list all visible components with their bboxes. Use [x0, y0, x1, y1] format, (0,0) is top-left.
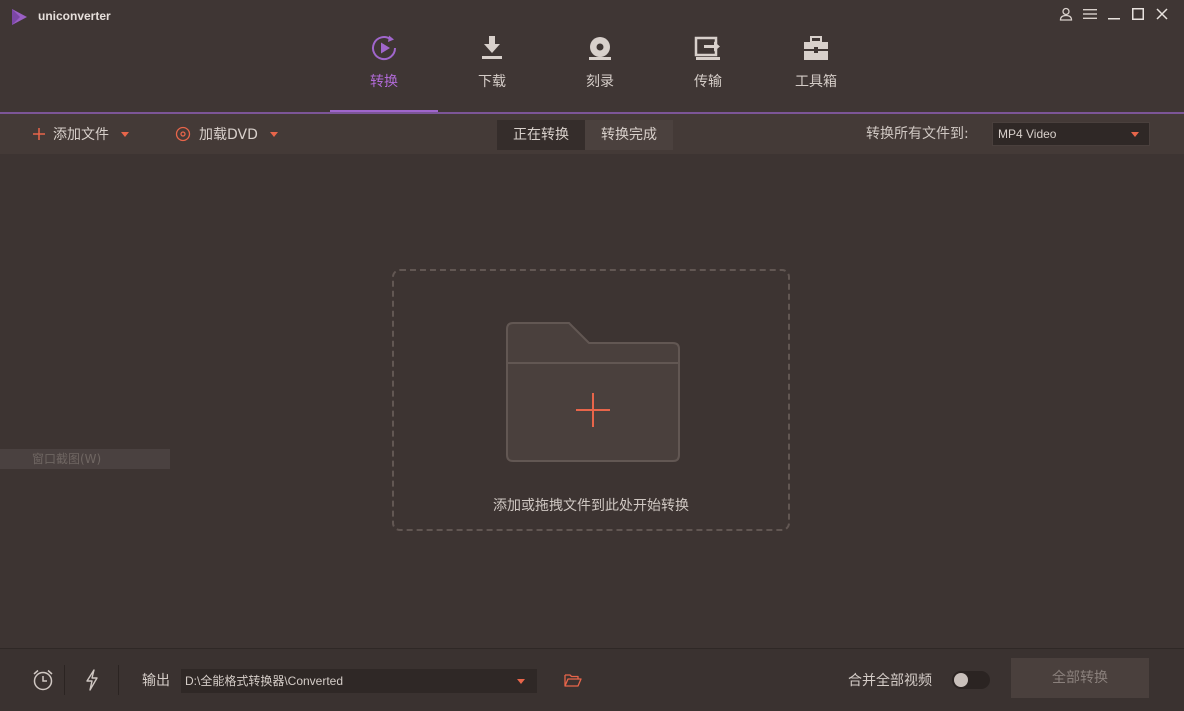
toolbar: 添加文件 加载DVD 正在转换 转换完成 转换所有文件到: MP4 Video: [0, 114, 1184, 154]
close-icon: [1156, 8, 1168, 20]
chevron-down-icon: [1131, 132, 1139, 137]
folder-open-icon: [564, 674, 582, 687]
merge-all-label: 合并全部视频: [848, 673, 932, 689]
add-files-button[interactable]: 添加文件: [32, 114, 129, 154]
nav-tab-burn[interactable]: 刻录: [546, 30, 654, 112]
add-files-dropdown-caret[interactable]: [121, 131, 129, 137]
drop-zone[interactable]: 添加或拖拽文件到此处开始转换: [392, 269, 790, 531]
load-dvd-dropdown-caret[interactable]: [269, 131, 278, 137]
nav-tab-label: 工具箱: [795, 74, 837, 90]
chevron-down-icon: [517, 679, 525, 684]
burn-disc-icon: [589, 37, 611, 60]
minimize-button[interactable]: [1102, 4, 1126, 24]
tab-converting[interactable]: 正在转换: [497, 120, 585, 150]
status-tabs: 正在转换 转换完成: [497, 120, 673, 150]
nav-tab-label: 刻录: [586, 74, 614, 90]
load-dvd-button[interactable]: 加载DVD: [175, 114, 278, 154]
app-window: uniconverter 转换 下载 刻录 传输 工具箱 添加文件 加载DVD …: [0, 0, 1184, 711]
output-format-select[interactable]: MP4 Video: [992, 122, 1150, 146]
user-icon: [1059, 7, 1073, 21]
alarm-clock-icon: [33, 669, 53, 691]
nav-tab-label: 转换: [370, 74, 398, 90]
output-path-value: D:\全能格式转换器\Converted: [185, 674, 344, 688]
app-name: uniconverter: [38, 9, 111, 23]
toggle-knob: [954, 673, 968, 687]
convert-icon: [372, 35, 397, 60]
account-button[interactable]: [1054, 4, 1078, 24]
disc-icon: [175, 126, 191, 142]
add-folder-icon: [506, 322, 680, 462]
nav-tab-download[interactable]: 下载: [438, 30, 546, 112]
drop-zone-hint: 添加或拖拽文件到此处开始转换: [493, 498, 689, 514]
toolbox-icon: [804, 36, 828, 60]
nav-tab-label: 下载: [478, 74, 506, 90]
hamburger-menu-icon: [1083, 9, 1097, 19]
lightning-icon: [86, 669, 98, 691]
menu-button[interactable]: [1078, 4, 1102, 24]
screenshot-tooltip: 窗口截图(W): [0, 449, 170, 469]
nav-tab-transfer[interactable]: 传输: [654, 30, 762, 112]
top-bar: uniconverter 转换 下载 刻录 传输 工具箱: [0, 0, 1184, 112]
high-speed-button[interactable]: [79, 667, 105, 693]
main-nav: 转换 下载 刻录 传输 工具箱: [330, 30, 870, 112]
bottom-bar: 输出 D:\全能格式转换器\Converted 合并全部视频 全部转换: [0, 648, 1184, 711]
schedule-button[interactable]: [30, 667, 56, 693]
tab-converted[interactable]: 转换完成: [585, 120, 673, 150]
plus-icon: [33, 128, 45, 140]
divider: [64, 665, 65, 695]
download-icon: [482, 36, 502, 59]
app-logo-icon: [12, 9, 27, 25]
nav-tab-convert[interactable]: 转换: [330, 30, 438, 112]
maximize-button[interactable]: [1126, 4, 1150, 24]
output-format-value: MP4 Video: [998, 127, 1057, 141]
divider: [118, 665, 119, 695]
minimize-icon: [1108, 18, 1120, 20]
load-dvd-label: 加载DVD: [199, 127, 258, 143]
close-button[interactable]: [1150, 4, 1174, 24]
nav-tab-label: 传输: [694, 74, 722, 90]
file-list-area: 窗口截图(W) 添加或拖拽文件到此处开始转换: [0, 154, 1184, 648]
window-controls: [1054, 4, 1174, 24]
merge-all-toggle[interactable]: [952, 671, 990, 689]
convert-all-button[interactable]: 全部转换: [1011, 658, 1149, 698]
nav-tab-toolbox[interactable]: 工具箱: [762, 30, 870, 112]
maximize-icon: [1132, 8, 1144, 20]
transfer-icon: [694, 36, 720, 60]
output-label: 输出: [142, 673, 170, 689]
output-path-select[interactable]: D:\全能格式转换器\Converted: [181, 669, 537, 693]
open-output-folder-button[interactable]: [560, 667, 586, 693]
convert-all-to-label: 转换所有文件到:: [866, 126, 969, 142]
add-files-label: 添加文件: [53, 127, 109, 143]
